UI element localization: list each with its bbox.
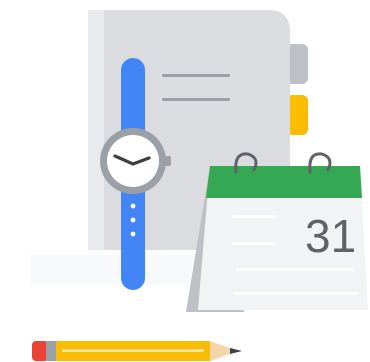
productivity-illustration: 31	[30, 10, 368, 361]
pencil-ferrule	[46, 341, 56, 361]
notebook-spine	[88, 10, 104, 250]
calendar-line-1	[232, 215, 276, 218]
calendar-line-3	[236, 268, 354, 271]
illustration-stage: 31	[0, 0, 370, 362]
watch-strap-hole	[130, 231, 136, 237]
pencil-icon	[32, 341, 242, 361]
watch-face	[107, 135, 159, 187]
pencil-lead	[230, 348, 242, 354]
calendar-date: 31	[305, 210, 356, 262]
watch-strap-hole	[130, 217, 136, 223]
calendar-icon: 31	[186, 152, 368, 312]
calendar-line-2	[232, 242, 276, 245]
notebook-line-2	[162, 98, 230, 101]
pencil-eraser	[32, 341, 48, 361]
pencil-body-highlight	[62, 349, 204, 352]
notebook-line-1	[162, 74, 230, 77]
calendar-header	[206, 166, 362, 198]
calendar-line-4	[234, 292, 358, 295]
watch-strap-hole	[130, 203, 136, 209]
